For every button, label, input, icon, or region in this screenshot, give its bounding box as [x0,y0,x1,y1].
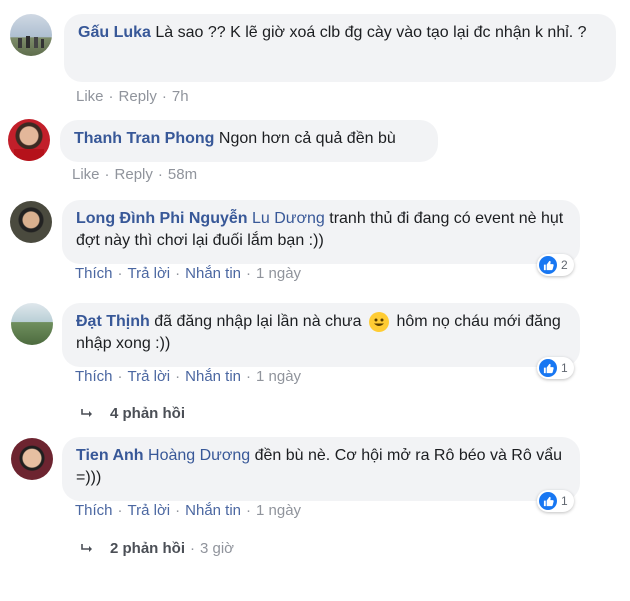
separator-dot: · [175,368,181,385]
comment-time[interactable]: 1 ngày [256,265,301,282]
message-link[interactable]: Nhắn tin [185,265,241,282]
separator-dot: · [246,265,252,282]
reaction-number: 1 [561,494,568,508]
comment-author[interactable]: Long Đình Phi Nguyễn [76,210,248,227]
separator-dot: · [175,502,181,519]
replies-time[interactable]: 3 giờ [200,540,234,557]
comment-author[interactable]: Đạt Thịnh [76,313,150,330]
reaction-count[interactable]: 1 [537,490,574,512]
separator-dot: · [175,265,181,282]
reply-link[interactable]: Trả lời [128,502,171,519]
message-link[interactable]: Nhắn tin [185,368,241,385]
separator-dot: · [117,368,123,385]
reaction-count[interactable]: 1 [537,357,574,379]
comment-actions: Thích · Trả lời · Nhắn tin · 1 ngày [75,502,301,519]
comment-mention[interactable]: Lu Dương [252,210,325,227]
reply-link[interactable]: Reply [119,88,157,105]
separator-dot: · [104,166,110,183]
comment-bubble: Thanh Tran Phong Ngon hơn cả quả đền bù [60,120,438,162]
like-link[interactable]: Like [72,166,100,183]
comment-time[interactable]: 1 ngày [256,502,301,519]
comment-actions: Like · Reply · 7h [76,88,189,105]
comment-bubble: Tien Anh Hoàng Dương đền bù nè. Cơ hội m… [62,437,580,501]
comment-author[interactable]: Tien Anh [76,447,144,464]
replies-count[interactable]: 2 phản hồi [110,540,185,557]
like-reaction-icon [539,492,557,510]
comment-bubble: Gấu Luka Là sao ?? K lẽ giờ xoá clb đg c… [64,14,616,82]
avatar[interactable] [11,303,53,345]
separator-dot: · [190,540,195,557]
comment-text: Là sao ?? K lẽ giờ xoá clb đg cày vào tạ… [155,24,587,41]
like-link[interactable]: Like [76,88,104,105]
avatar-photo-icon [14,149,44,161]
replies-count[interactable]: 4 phản hồi [110,405,185,422]
reaction-count[interactable]: 2 [537,254,574,276]
separator-dot: · [117,502,123,519]
view-replies-link[interactable]: 2 phản hồi · 3 giờ [80,540,234,557]
comment-mention[interactable]: Hoàng Dương [148,447,250,464]
like-reaction-icon [539,256,557,274]
like-link[interactable]: Thích [75,265,113,282]
avatar[interactable] [8,119,50,161]
separator-dot: · [108,88,114,105]
comment-bubble: Đạt Thịnh đã đăng nhập lại lần nà chưa h… [62,303,580,367]
view-replies-link[interactable]: 4 phản hồi [80,405,185,422]
reply-arrow-icon [81,408,92,417]
message-link[interactable]: Nhắn tin [185,502,241,519]
comment-author[interactable]: Gấu Luka [78,24,151,41]
comment-time[interactable]: 58m [168,166,197,183]
reply-link[interactable]: Trả lời [128,368,171,385]
comment-actions: Thích · Trả lời · Nhắn tin · 1 ngày [75,368,301,385]
like-link[interactable]: Thích [75,502,113,519]
reply-arrow-icon [81,543,92,552]
avatar[interactable] [10,14,52,56]
like-link[interactable]: Thích [75,368,113,385]
comment-time[interactable]: 1 ngày [256,368,301,385]
like-reaction-icon [539,359,557,377]
comment-actions: Like · Reply · 58m [72,166,197,183]
comment-text: đã đăng nhập lại lần nà chưa [154,313,362,330]
avatar-photo-icon [18,36,44,48]
comment-author[interactable]: Thanh Tran Phong [74,130,214,147]
avatar[interactable] [10,201,52,243]
grin-emoji-icon [369,311,389,332]
reaction-number: 1 [561,361,568,375]
separator-dot: · [246,502,252,519]
separator-dot: · [161,88,167,105]
avatar[interactable] [11,438,53,480]
comment-text: Ngon hơn cả quả đền bù [218,130,396,147]
reaction-number: 2 [561,258,568,272]
separator-dot: · [157,166,163,183]
comment-time[interactable]: 7h [172,88,189,105]
reply-link[interactable]: Trả lời [128,265,171,282]
separator-dot: · [117,265,123,282]
separator-dot: · [246,368,252,385]
reply-link[interactable]: Reply [115,166,153,183]
comment-bubble: Long Đình Phi Nguyễn Lu Dương tranh thủ … [62,200,580,264]
comment-actions: Thích · Trả lời · Nhắn tin · 1 ngày [75,265,301,282]
